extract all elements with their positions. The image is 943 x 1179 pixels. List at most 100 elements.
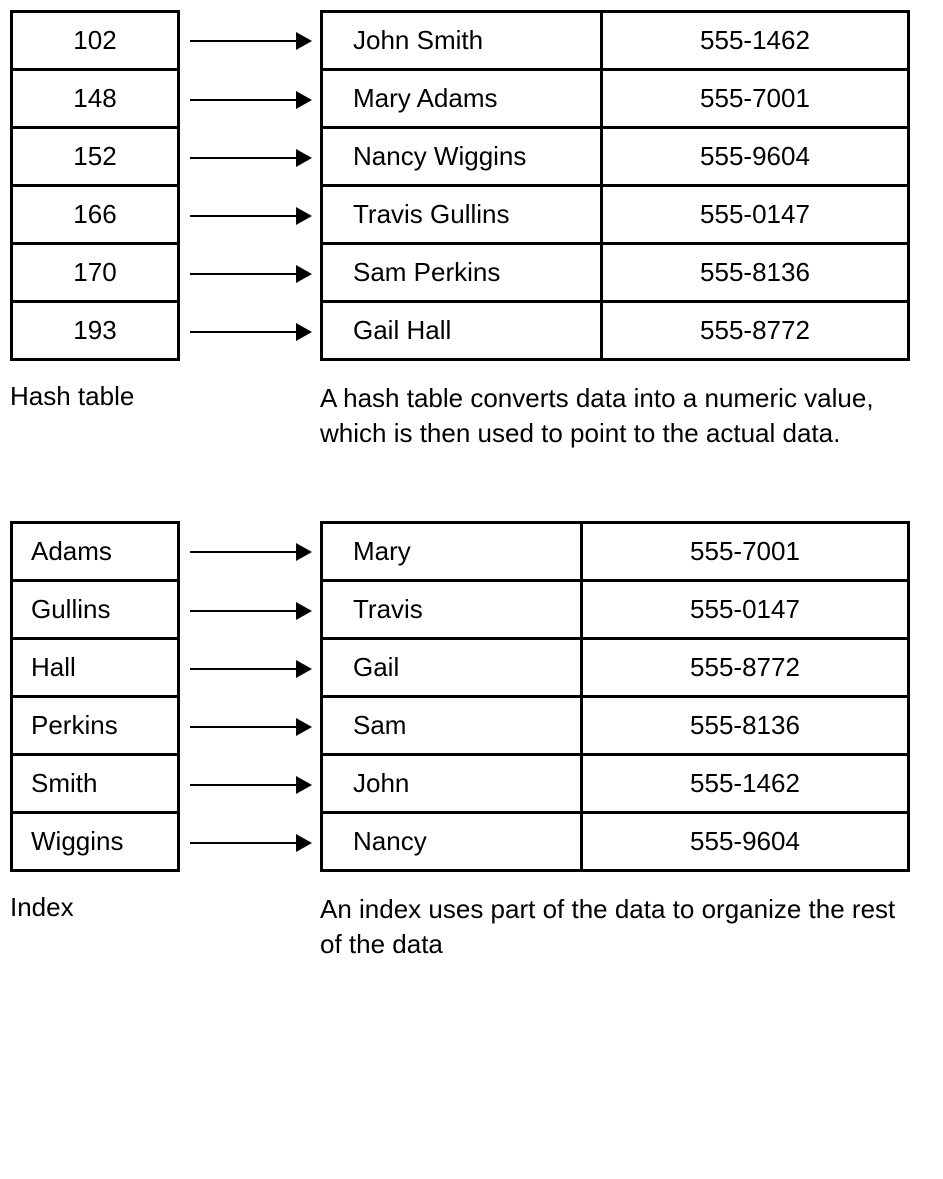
phone-cell: 555-8772 (580, 640, 910, 698)
hash-key: 152 (73, 141, 116, 172)
index-grid: Adams Mary 555-7001 Gullins Travis 555-0… (10, 521, 933, 872)
hash-key-cell: 166 (10, 187, 180, 245)
arrow-right-icon (190, 784, 310, 786)
phone-cell: 555-0147 (600, 187, 910, 245)
name-cell: Mary (320, 521, 580, 582)
phone-number: 555-8136 (700, 257, 810, 288)
phone-cell: 555-1462 (600, 10, 910, 71)
phone-cell: 555-8772 (600, 303, 910, 361)
index-key: Adams (31, 536, 112, 567)
phone-number: 555-8772 (700, 315, 810, 346)
hash-key: 148 (73, 83, 116, 114)
phone-number: 555-9604 (700, 141, 810, 172)
index-key: Hall (31, 652, 76, 683)
phone-number: 555-0147 (690, 594, 800, 625)
phone-cell: 555-8136 (600, 245, 910, 303)
arrow-right-icon (190, 610, 310, 612)
index-key-cell: Adams (10, 521, 180, 582)
hash-key-cell: 170 (10, 245, 180, 303)
person-name: Mary (353, 536, 411, 567)
hash-key: 102 (73, 25, 116, 56)
hash-table-description: A hash table converts data into a numeri… (320, 381, 910, 451)
name-cell: Mary Adams (320, 71, 600, 129)
arrow-cell (180, 756, 320, 814)
arrow-cell (180, 245, 320, 303)
index-key-cell: Perkins (10, 698, 180, 756)
hash-table-grid: 102 John Smith 555-1462 148 Mary Adams 5… (10, 10, 933, 361)
index-key-cell: Wiggins (10, 814, 180, 872)
arrow-cell (180, 814, 320, 872)
arrow-right-icon (190, 668, 310, 670)
person-name: Mary Adams (353, 83, 498, 114)
arrow-right-icon (190, 842, 310, 844)
name-cell: John (320, 756, 580, 814)
phone-number: 555-1462 (700, 25, 810, 56)
arrow-right-icon (190, 99, 310, 101)
hash-key: 166 (73, 199, 116, 230)
arrow-cell (180, 10, 320, 71)
name-cell: Nancy (320, 814, 580, 872)
hash-key-cell: 148 (10, 71, 180, 129)
person-name: Travis (353, 594, 423, 625)
index-key: Smith (31, 768, 97, 799)
name-cell: Nancy Wiggins (320, 129, 600, 187)
index-key-cell: Hall (10, 640, 180, 698)
arrow-cell (180, 640, 320, 698)
hash-table-diagram: 102 John Smith 555-1462 148 Mary Adams 5… (10, 10, 933, 451)
phone-number: 555-8772 (690, 652, 800, 683)
index-key-cell: Smith (10, 756, 180, 814)
arrow-cell (180, 521, 320, 582)
phone-cell: 555-9604 (600, 129, 910, 187)
table-row: 102 John Smith 555-1462 (10, 10, 933, 71)
hash-key: 170 (73, 257, 116, 288)
name-cell: Gail (320, 640, 580, 698)
person-name: John Smith (353, 25, 483, 56)
name-cell: Sam Perkins (320, 245, 600, 303)
person-name: Travis Gullins (353, 199, 510, 230)
name-cell: John Smith (320, 10, 600, 71)
hash-caption-row: Hash table A hash table converts data in… (10, 381, 933, 451)
arrow-right-icon (190, 551, 310, 553)
arrow-cell (180, 71, 320, 129)
index-caption-row: Index An index uses part of the data to … (10, 892, 933, 962)
index-diagram: Adams Mary 555-7001 Gullins Travis 555-0… (10, 521, 933, 962)
index-label: Index (10, 892, 320, 962)
arrow-right-icon (190, 157, 310, 159)
phone-cell: 555-9604 (580, 814, 910, 872)
arrow-right-icon (190, 273, 310, 275)
person-name: Nancy (353, 826, 427, 857)
hash-table-label: Hash table (10, 381, 320, 451)
table-row: 170 Sam Perkins 555-8136 (10, 245, 933, 303)
person-name: Sam (353, 710, 406, 741)
person-name: Gail (353, 652, 399, 683)
table-row: 193 Gail Hall 555-8772 (10, 303, 933, 361)
arrow-right-icon (190, 331, 310, 333)
phone-cell: 555-7001 (580, 521, 910, 582)
phone-number: 555-7001 (700, 83, 810, 114)
person-name: John (353, 768, 409, 799)
arrow-cell (180, 187, 320, 245)
index-key: Perkins (31, 710, 118, 741)
phone-cell: 555-1462 (580, 756, 910, 814)
hash-key: 193 (73, 315, 116, 346)
arrow-cell (180, 303, 320, 361)
person-name: Sam Perkins (353, 257, 500, 288)
person-name: Gail Hall (353, 315, 451, 346)
table-row: Perkins Sam 555-8136 (10, 698, 933, 756)
hash-key-cell: 152 (10, 129, 180, 187)
person-name: Nancy Wiggins (353, 141, 526, 172)
phone-cell: 555-7001 (600, 71, 910, 129)
name-cell: Travis (320, 582, 580, 640)
name-cell: Sam (320, 698, 580, 756)
arrow-right-icon (190, 726, 310, 728)
table-row: Gullins Travis 555-0147 (10, 582, 933, 640)
hash-key-cell: 193 (10, 303, 180, 361)
hash-key-cell: 102 (10, 10, 180, 71)
index-key: Gullins (31, 594, 110, 625)
phone-cell: 555-0147 (580, 582, 910, 640)
phone-number: 555-8136 (690, 710, 800, 741)
table-row: 152 Nancy Wiggins 555-9604 (10, 129, 933, 187)
table-row: 166 Travis Gullins 555-0147 (10, 187, 933, 245)
arrow-cell (180, 129, 320, 187)
name-cell: Travis Gullins (320, 187, 600, 245)
